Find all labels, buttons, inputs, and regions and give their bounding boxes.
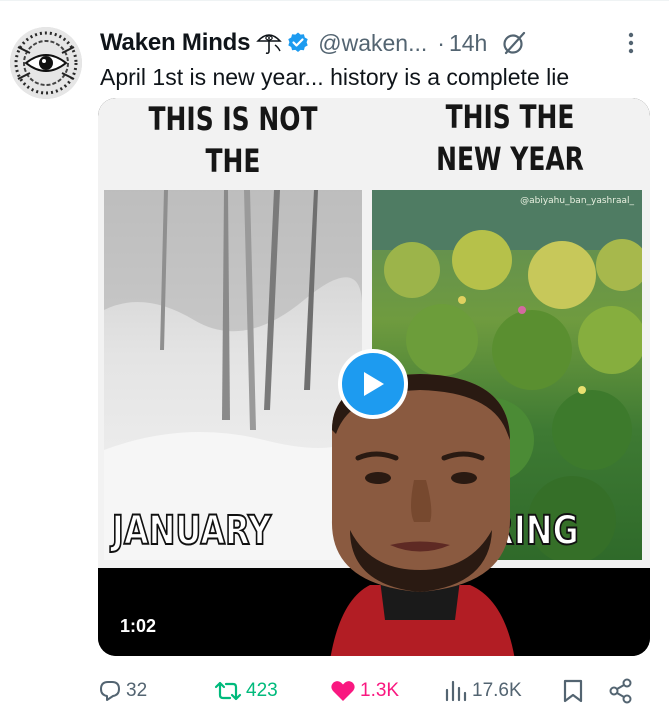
like-count: 1.3K <box>360 680 400 701</box>
bookmark-icon <box>563 679 583 703</box>
repost-count: 423 <box>246 680 278 701</box>
views-count: 17.6K <box>472 680 522 701</box>
top-divider <box>0 0 669 1</box>
verified-badge-icon <box>286 31 310 55</box>
separator-dot: · <box>437 29 445 56</box>
share-button[interactable] <box>608 676 634 706</box>
author-handle[interactable]: @waken... <box>318 30 427 57</box>
bookmark-button[interactable] <box>562 676 584 706</box>
tweet-actions: 32 423 1.3K 17.6K <box>98 676 638 706</box>
tweet-header: Waken Minds @waken... · 14h <box>100 28 527 58</box>
reply-count: 32 <box>126 680 148 701</box>
reply-icon <box>100 681 120 701</box>
author-name[interactable]: Waken Minds <box>100 29 250 57</box>
headline-right: THIS THE NEW YEAR <box>436 98 584 178</box>
views-icon <box>445 680 467 702</box>
share-icon <box>609 678 632 704</box>
heart-icon <box>331 681 355 701</box>
avatar[interactable] <box>10 27 82 99</box>
umbrella-eye-icon <box>256 31 283 55</box>
play-button[interactable] <box>338 349 408 419</box>
caption-left: JANUARY <box>111 507 272 555</box>
like-button[interactable]: 1.3K <box>330 676 399 706</box>
play-icon <box>364 372 384 396</box>
more-options-icon[interactable] <box>626 30 636 61</box>
grok-icon[interactable] <box>501 30 527 56</box>
views-button[interactable]: 17.6K <box>444 676 522 706</box>
tweet-timestamp[interactable]: 14h <box>449 30 487 57</box>
tweet-text: April 1st is new year... history is a co… <box>100 64 570 90</box>
repost-icon <box>214 681 242 701</box>
reply-button[interactable]: 32 <box>98 676 147 706</box>
video-player[interactable]: THIS IS NOT THE NEW YEAR THIS THE NEW YE… <box>98 98 650 656</box>
video-duration: 1:02 <box>120 616 157 636</box>
presenter-image <box>310 370 532 656</box>
watermark: @abiyahu_ban_yashraal_ <box>520 196 634 206</box>
repost-button[interactable]: 423 <box>214 676 278 706</box>
